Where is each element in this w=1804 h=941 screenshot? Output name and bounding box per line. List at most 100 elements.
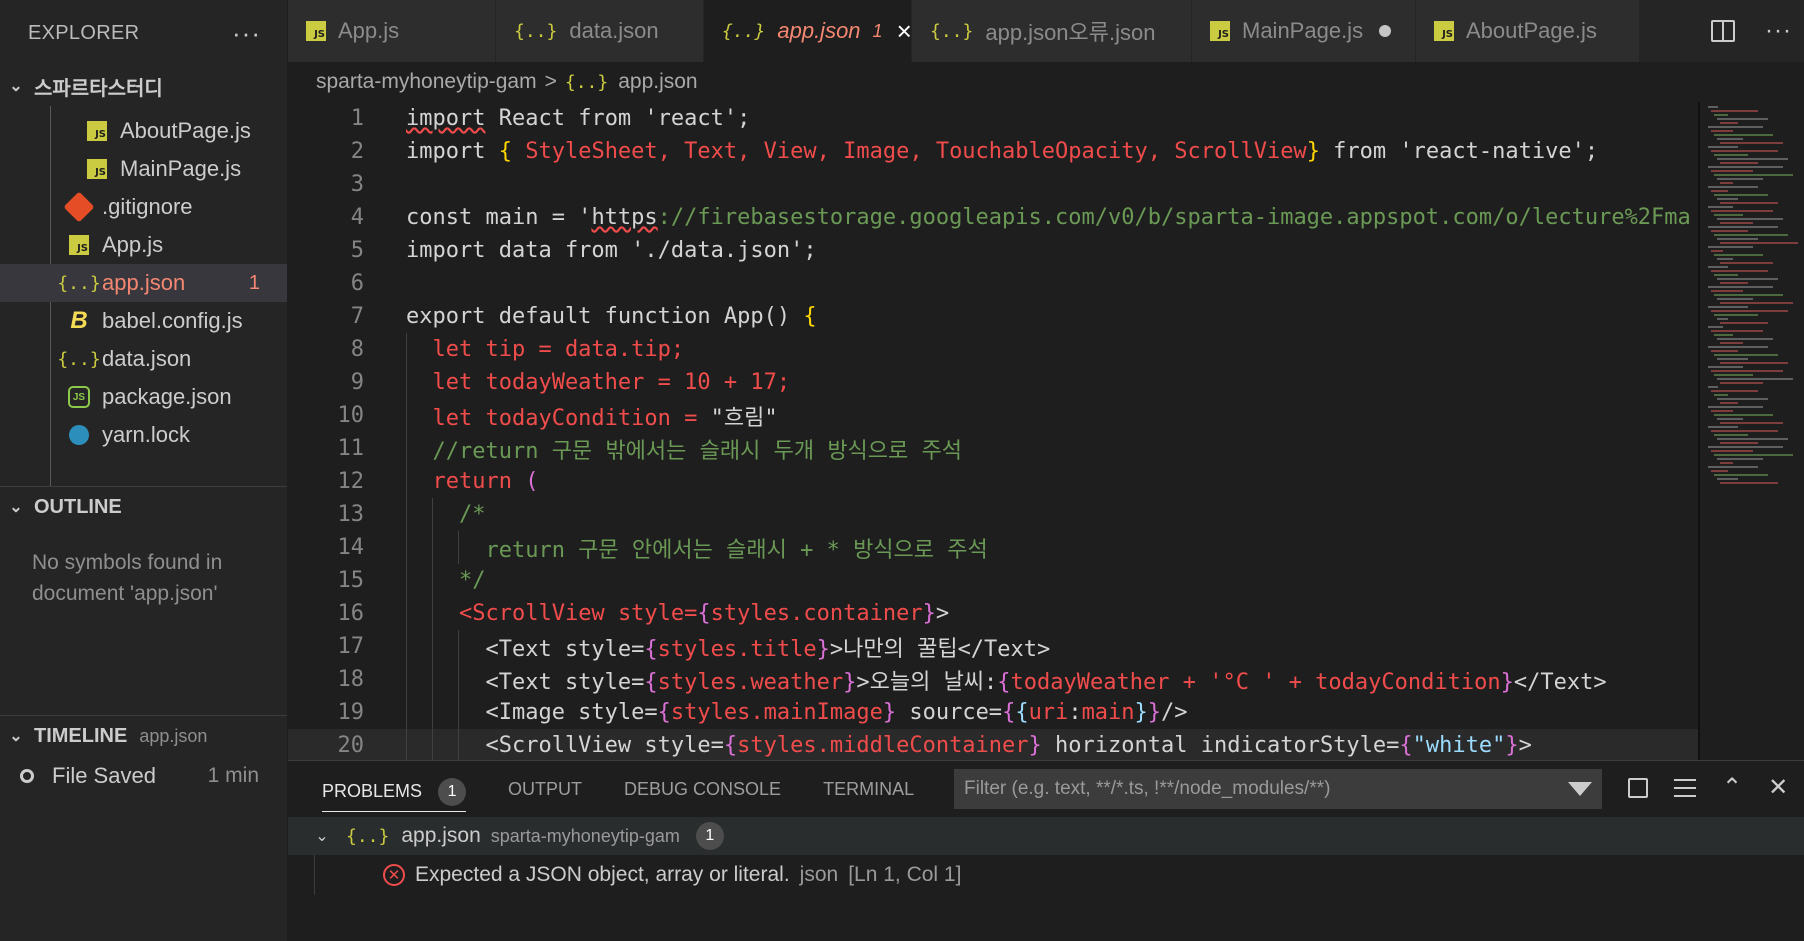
yarn-icon [69, 425, 89, 445]
code-line: 5 import data from './data.json'; [288, 234, 1698, 267]
tree-item-label: package.json [102, 384, 232, 409]
more-actions-icon[interactable]: ··· [232, 18, 261, 49]
close-icon[interactable]: × [897, 16, 912, 47]
minimap-line [1717, 438, 1788, 440]
tab-terminal[interactable]: TERMINAL [823, 761, 914, 817]
minimap[interactable] [1704, 102, 1804, 760]
js-icon: JS [87, 121, 107, 141]
minimap-line [1714, 474, 1768, 476]
minimap-line [1717, 138, 1743, 140]
minimap-line [1714, 294, 1783, 296]
minimap-line [1717, 218, 1783, 220]
tree-item-aboutpage[interactable]: JS AboutPage.js [0, 112, 287, 150]
minimap-line [1714, 334, 1733, 336]
chevron-down-icon: ⌄ [315, 828, 329, 845]
tree-item-babel-config[interactable]: B babel.config.js [0, 302, 287, 340]
code-text: let tip = data.tip; [406, 337, 685, 362]
code-line: 8 let tip = data.tip; [288, 333, 1698, 366]
tab-data-json[interactable]: {..} data.json [496, 0, 704, 62]
tab-mainpage[interactable]: JS MainPage.js [1192, 0, 1416, 62]
line-number: 7 [350, 304, 364, 329]
close-icon[interactable]: ✕ [1768, 773, 1788, 802]
code-editor[interactable]: 1 import React from 'react'; 2 import { … [288, 102, 1804, 760]
code-text: <Image style={styles.mainImage} source={… [406, 700, 1188, 725]
chevron-down-icon: ⌄ [9, 499, 23, 516]
line-number: 10 [337, 403, 365, 428]
tree-item-app-js[interactable]: JS App.js [0, 226, 287, 264]
tree-item-data-json[interactable]: {..} data.json [0, 340, 287, 378]
explorer-title: EXPLORER [28, 21, 140, 44]
tab-problems[interactable]: PROBLEMS 1 [322, 772, 467, 812]
minimap-line [1714, 374, 1753, 376]
minimap-line [1720, 202, 1778, 204]
timeline-entry-time: 1 min [207, 764, 259, 787]
tree-item-app-json[interactable]: {..} app.json 1 [0, 264, 287, 302]
js-icon: JS [306, 21, 326, 41]
line-number: 6 [350, 271, 364, 296]
minimap-line [1708, 386, 1718, 388]
code-line: 15 */ [288, 564, 1698, 597]
view-as-list-icon[interactable] [1674, 778, 1696, 797]
problem-group-count: 1 [695, 822, 724, 850]
minimap-line [1711, 130, 1733, 132]
minimap-line [1714, 394, 1728, 396]
vscode-window: EXPLORER ··· ⌄ 스파르타스터디 JS AboutPage.js J… [0, 0, 1804, 941]
tab-app-json[interactable]: {..} app.json 1 × [704, 0, 912, 62]
chevron-up-icon[interactable]: ⌃ [1722, 773, 1742, 802]
js-icon: JS [87, 159, 107, 179]
minimap-line [1720, 422, 1783, 424]
tab-debug-console[interactable]: DEBUG CONSOLE [624, 761, 781, 817]
js-icon: JS [1210, 21, 1230, 41]
problem-item[interactable]: ✕ Expected a JSON object, array or liter… [314, 855, 1804, 895]
minimap-line [1711, 470, 1728, 472]
code-line: 7 export default function App() { [288, 300, 1698, 333]
problem-location: [Ln 1, Col 1] [848, 863, 962, 886]
code-line: 1 import React from 'react'; [288, 102, 1698, 135]
line-number: 12 [337, 469, 365, 494]
tab-aboutpage[interactable]: JS AboutPage.js [1416, 0, 1640, 62]
tree-item-mainpage[interactable]: JS MainPage.js [0, 150, 287, 188]
code-line: 10 let todayCondition = "흐림" [288, 399, 1698, 432]
tree-item-gitignore[interactable]: .gitignore [0, 188, 287, 226]
problem-file-group[interactable]: ⌄ {..} app.json sparta-myhoneytip-gam 1 [288, 817, 1804, 855]
root-folder-header[interactable]: ⌄ 스파르타스터디 [0, 66, 287, 106]
tree-item-yarn-lock[interactable]: yarn.lock [0, 416, 287, 454]
filter-input[interactable] [964, 778, 1568, 800]
code-line: 17 <Text style={styles.title}>나만의 꿀팁</Te… [288, 630, 1698, 663]
minimap-line [1714, 114, 1728, 116]
tab-app-json-error[interactable]: {..} app.json오류.json [912, 0, 1192, 62]
minimap-line [1711, 250, 1723, 252]
outline-header[interactable]: ⌄ OUTLINE [0, 487, 287, 527]
babel-icon: B [70, 307, 88, 334]
minimap-line [1711, 430, 1778, 432]
tab-app-js[interactable]: JS App.js [288, 0, 496, 62]
minimap-line [1720, 162, 1758, 164]
breadcrumb-folder[interactable]: sparta-myhoneytip-gam [316, 70, 537, 94]
tree-item-package-json[interactable]: JS package.json [0, 378, 287, 416]
tab-output[interactable]: OUTPUT [508, 761, 582, 817]
code-text: return ( [406, 469, 539, 494]
timeline-entry[interactable]: File Saved 1 min [0, 756, 287, 796]
collapse-all-icon[interactable] [1628, 777, 1648, 798]
minimap-line [1717, 118, 1768, 120]
code-text: /* [406, 502, 486, 527]
error-icon: ✕ [383, 864, 405, 886]
chevron-down-icon: ⌄ [9, 78, 23, 95]
minimap-line [1714, 434, 1748, 436]
minimap-line [1711, 390, 1758, 392]
chevron-right-icon: > [544, 70, 557, 93]
tab-label: AboutPage.js [1466, 18, 1597, 43]
minimap-line [1708, 106, 1718, 108]
tree-item-label: app.json [102, 270, 186, 295]
unsaved-dot-icon[interactable] [1379, 25, 1392, 37]
minimap-line [1717, 298, 1753, 300]
line-number: 4 [350, 205, 364, 230]
minimap-line [1720, 382, 1763, 384]
filter-icon[interactable] [1568, 782, 1592, 796]
timeline-header[interactable]: ⌄ TIMELINE app.json [0, 716, 287, 756]
minimap-line [1708, 306, 1748, 308]
breadcrumb-file[interactable]: app.json [618, 70, 697, 94]
code-text: <Text style={styles.title}>나만의 꿀팁</Text> [406, 636, 1051, 662]
split-editor-icon[interactable] [1711, 20, 1736, 42]
more-actions-icon[interactable]: ··· [1765, 17, 1792, 45]
